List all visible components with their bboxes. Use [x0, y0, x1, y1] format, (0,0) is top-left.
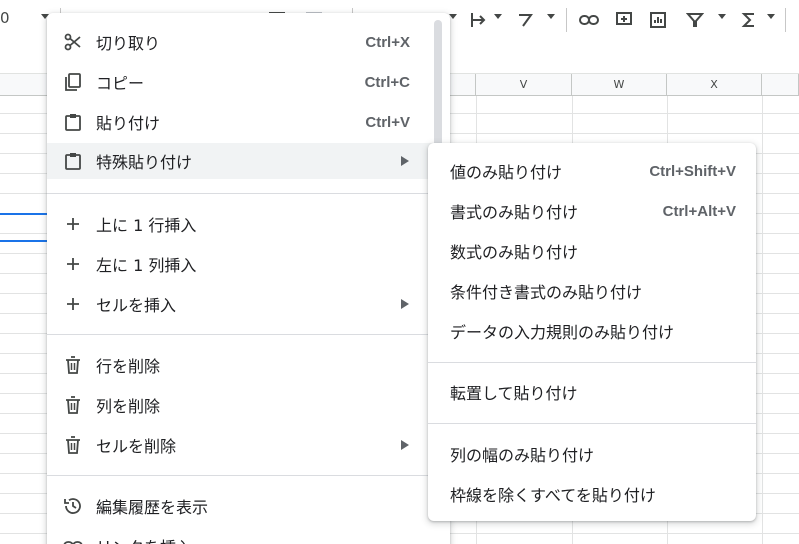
submenu-arrow-icon	[401, 440, 409, 450]
column-header-x[interactable]: X	[667, 74, 762, 96]
submenu-arrow-icon	[401, 299, 409, 309]
menu-item-copy[interactable]: コピー Ctrl+C	[47, 64, 450, 100]
menu-item-insert-cells[interactable]: セルを挿入	[47, 286, 450, 322]
submenu-item-paste-conditional-formatting-only[interactable]: 条件付き書式のみ貼り付け	[428, 273, 756, 309]
selected-cell[interactable]	[0, 213, 50, 242]
plus-icon	[63, 214, 83, 234]
submenu-item-label: 列の幅のみ貼り付け	[450, 446, 595, 465]
submenu-item-paste-values-only[interactable]: 値のみ貼り付け Ctrl+Shift+V	[428, 153, 756, 189]
submenu-item-label: 書式のみ貼り付け	[450, 203, 579, 222]
column-header-y[interactable]	[762, 74, 799, 96]
submenu-item-label: データの入力規則のみ貼り付け	[450, 323, 675, 342]
submenu-item-label: 条件付き書式のみ貼り付け	[450, 283, 643, 302]
column-header-w[interactable]: W	[572, 74, 667, 96]
plus-icon	[63, 294, 83, 314]
menu-item-delete-cells[interactable]: セルを削除	[47, 427, 450, 463]
submenu-item-paste-transposed[interactable]: 転置して貼り付け	[428, 374, 756, 410]
trash-icon	[63, 355, 83, 375]
menu-item-label: 切り取り	[96, 34, 161, 53]
submenu-item-paste-data-validation-only[interactable]: データの入力規則のみ貼り付け	[428, 313, 756, 349]
copy-icon	[63, 72, 83, 92]
menu-item-label: 列を削除	[96, 397, 161, 416]
comment-icon[interactable]	[613, 8, 635, 32]
menu-item-insert-column-left[interactable]: 左に 1 列挿入	[47, 246, 450, 282]
filter-dropdown-icon[interactable]	[718, 14, 726, 19]
submenu-divider	[428, 362, 756, 363]
menu-item-label: 左に 1 列挿入	[96, 256, 197, 275]
menu-item-label: 特殊貼り付け	[96, 153, 193, 172]
menu-item-shortcut: Ctrl+V	[365, 113, 410, 131]
menu-item-label: 編集履歴を表示	[96, 498, 209, 517]
chart-icon[interactable]	[647, 8, 669, 32]
link-icon	[63, 536, 83, 544]
menu-item-label: 上に 1 行挿入	[96, 216, 197, 235]
menu-item-label: 行を削除	[96, 357, 161, 376]
functions-dropdown-icon[interactable]	[767, 14, 775, 19]
trash-icon	[63, 435, 83, 455]
menu-item-label: セルを削除	[96, 437, 177, 456]
submenu-divider	[428, 423, 756, 424]
submenu-item-paste-all-except-borders[interactable]: 枠線を除くすべてを貼り付け	[428, 476, 756, 512]
wrap-icon[interactable]	[467, 8, 489, 32]
menu-item-paste[interactable]: 貼り付け Ctrl+V	[47, 104, 450, 140]
submenu-item-label: 転置して貼り付け	[450, 384, 578, 403]
wrap-dropdown-icon[interactable]	[494, 14, 502, 19]
scissors-icon	[63, 32, 83, 52]
menu-item-label: 貼り付け	[96, 114, 161, 133]
menu-item-delete-row[interactable]: 行を削除	[47, 347, 450, 383]
submenu-item-shortcut: Ctrl+Alt+V	[662, 202, 736, 220]
menu-item-insert-link[interactable]: リンクを挿入	[47, 528, 450, 544]
submenu-item-paste-format-only[interactable]: 書式のみ貼り付け Ctrl+Alt+V	[428, 193, 756, 229]
toolbar-divider	[566, 8, 567, 32]
valign-dropdown-icon[interactable]	[449, 14, 457, 19]
menu-item-insert-row-above[interactable]: 上に 1 行挿入	[47, 206, 450, 242]
toolbar-divider	[785, 8, 786, 32]
clipboard-icon	[63, 112, 83, 132]
submenu-item-shortcut: Ctrl+Shift+V	[649, 162, 736, 180]
submenu-item-label: 数式のみ貼り付け	[450, 243, 579, 262]
functions-icon[interactable]	[738, 8, 760, 32]
menu-item-show-edit-history[interactable]: 編集履歴を表示	[47, 488, 450, 524]
menu-item-label: リンクを挿入	[96, 534, 192, 544]
menu-item-cut[interactable]: 切り取り Ctrl+X	[47, 24, 450, 60]
clipboard-icon	[63, 151, 83, 171]
trash-icon	[63, 395, 83, 415]
submenu-item-paste-formula-only[interactable]: 数式のみ貼り付け	[428, 233, 756, 269]
rotate-icon[interactable]	[515, 8, 537, 32]
menu-item-paste-special[interactable]: 特殊貼り付け	[47, 143, 450, 179]
menu-item-label: コピー	[96, 74, 145, 93]
menu-item-label: セルを挿入	[96, 296, 177, 315]
menu-item-delete-column[interactable]: 列を削除	[47, 387, 450, 423]
link-icon[interactable]	[577, 8, 601, 32]
grid-line	[762, 96, 763, 544]
plus-icon	[63, 254, 83, 274]
menu-divider	[47, 193, 450, 194]
menu-item-shortcut: Ctrl+C	[364, 73, 410, 91]
submenu-arrow-icon	[401, 156, 409, 166]
font-size-value[interactable]: 0	[0, 9, 10, 27]
column-header-v[interactable]: V	[476, 74, 572, 96]
rotate-dropdown-icon[interactable]	[547, 14, 555, 19]
submenu-item-paste-column-width-only[interactable]: 列の幅のみ貼り付け	[428, 436, 756, 472]
submenu-item-label: 枠線を除くすべてを貼り付け	[450, 486, 656, 505]
menu-item-shortcut: Ctrl+X	[365, 33, 410, 51]
menu-divider	[47, 334, 450, 335]
filter-icon[interactable]	[684, 8, 706, 32]
history-icon	[63, 496, 83, 516]
menu-divider	[47, 475, 450, 476]
submenu-item-label: 値のみ貼り付け	[450, 163, 563, 182]
